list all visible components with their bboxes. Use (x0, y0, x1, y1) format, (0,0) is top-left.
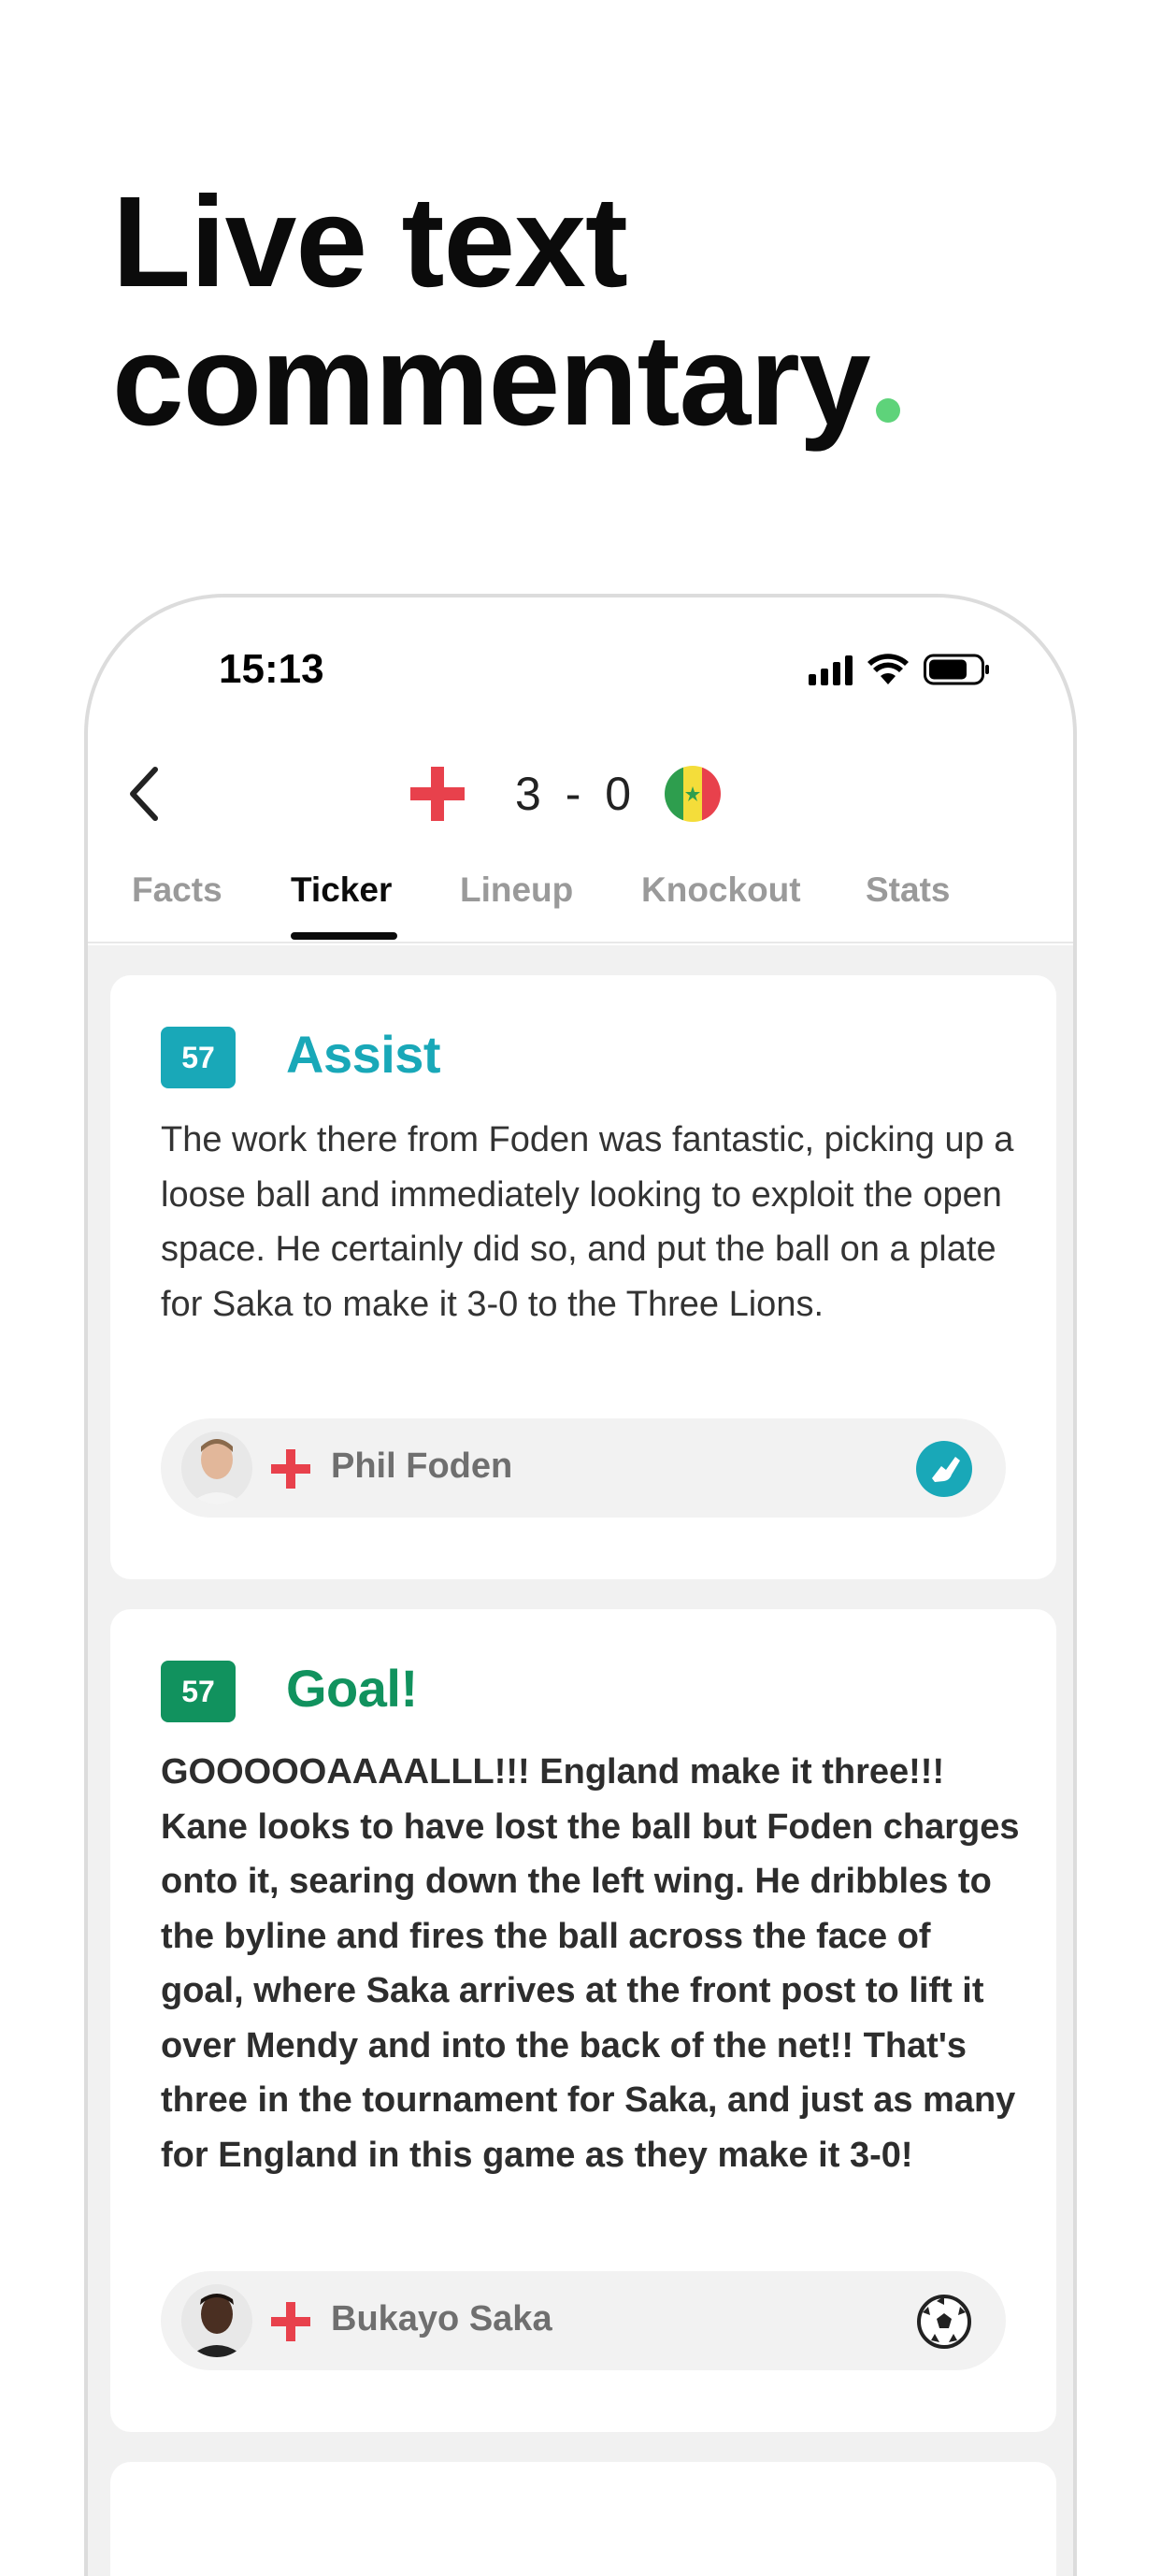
player-avatar (181, 1432, 252, 1504)
phone-frame: 15:13 3 - 0 Facts Ticker Lineup Knockout… (84, 594, 1077, 2576)
event-card-next (110, 2462, 1056, 2576)
event-title: Assist (286, 1025, 441, 1084)
accent-dot-icon (875, 398, 900, 423)
player-name: Phil Foden (331, 1446, 513, 1486)
tab-lineup[interactable]: Lineup (460, 871, 573, 910)
minute-badge: 57 (161, 1027, 236, 1088)
tab-stats[interactable]: Stats (866, 871, 950, 910)
player-name: Bukayo Saka (331, 2299, 552, 2339)
status-icons (809, 654, 991, 685)
wifi-icon (867, 654, 909, 684)
chevron-left-icon (130, 767, 158, 821)
minute-badge: 57 (161, 1661, 236, 1722)
hero-title: Live text commentary (112, 173, 900, 450)
football-icon (916, 2294, 972, 2350)
player-avatar (181, 2284, 252, 2357)
status-time: 15:13 (219, 646, 324, 692)
hero-title-line-2-text: commentary (112, 309, 871, 453)
match-tabs: Facts Ticker Lineup Knockout Stats (88, 850, 1073, 943)
ticker-feed[interactable]: 57 Assist The work there from Foden was … (88, 945, 1073, 2576)
hero-title-line-1: Live text (112, 170, 628, 314)
player-chip[interactable]: Phil Foden (161, 1418, 1006, 1518)
player-chip[interactable]: Bukayo Saka (161, 2271, 1006, 2370)
cellular-signal-icon (809, 655, 853, 685)
event-card-assist: 57 Assist The work there from Foden was … (110, 975, 1056, 1579)
tab-ticker[interactable]: Ticker (291, 871, 392, 910)
event-commentary: The work there from Foden was fantastic,… (161, 1120, 1014, 1324)
england-flag-icon (271, 1449, 310, 1489)
england-flag-icon (410, 767, 465, 821)
match-header: 3 - 0 (88, 738, 1073, 850)
event-card-goal: 57 Goal! GOOOOOAAAALLL!!! England make i… (110, 1609, 1056, 2432)
boot-assist-icon (916, 1441, 972, 1497)
active-tab-indicator (291, 932, 397, 940)
event-commentary: GOOOOOAAAALLL!!! England make it three!!… (161, 1752, 1020, 2175)
senegal-flag-icon (665, 766, 721, 822)
status-bar: 15:13 (88, 597, 1073, 738)
tab-facts[interactable]: Facts (132, 871, 222, 910)
back-button[interactable] (107, 756, 181, 831)
event-title: Goal! (286, 1659, 418, 1718)
match-score: 3 - 0 (515, 768, 638, 820)
hero-title-line-2: commentary (112, 311, 900, 450)
tab-knockout[interactable]: Knockout (641, 871, 801, 910)
scoreline[interactable]: 3 - 0 (410, 761, 721, 827)
england-flag-icon (271, 2302, 310, 2341)
battery-icon (924, 654, 989, 685)
